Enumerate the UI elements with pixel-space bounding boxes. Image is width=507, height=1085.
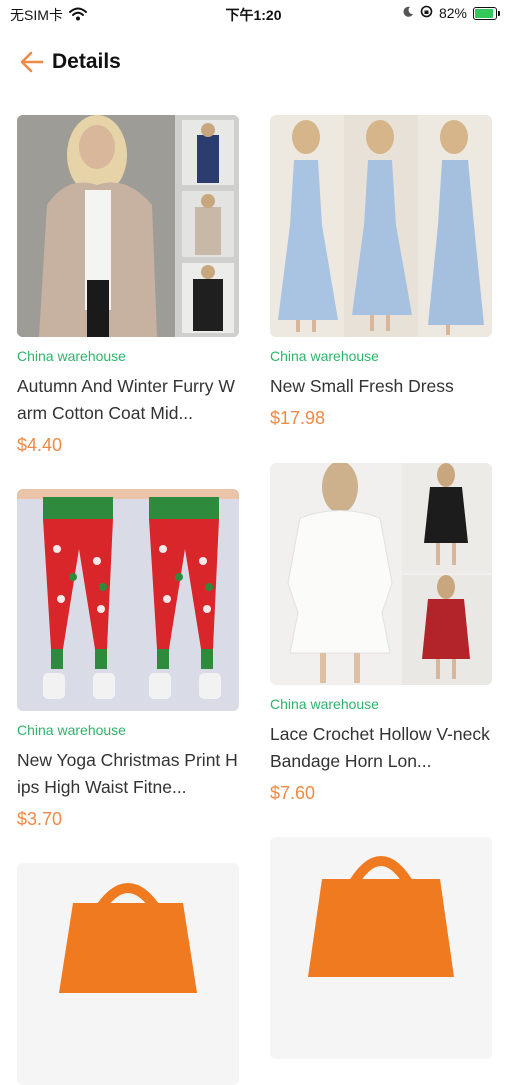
product-title: New Yoga Christmas Print Hips High Waist… xyxy=(17,750,238,797)
product-title: New Small Fresh Dress xyxy=(270,376,454,396)
shopping-bag-placeholder xyxy=(17,863,239,1085)
product-card[interactable] xyxy=(270,837,492,1059)
product-card[interactable]: China warehouse Autumn And Winter Furry … xyxy=(17,115,239,456)
furry-coat-photo xyxy=(17,115,239,337)
warehouse-label: China warehouse xyxy=(17,722,126,738)
product-grid: China warehouse Autumn And Winter Furry … xyxy=(0,0,507,1085)
product-card[interactable] xyxy=(17,863,239,1085)
product-card[interactable]: China warehouse New Small Fresh Dress $1… xyxy=(270,115,492,429)
product-price: $17.98 xyxy=(270,408,326,428)
product-title: Lace Crochet Hollow V-neck Bandage Horn … xyxy=(270,724,490,771)
warehouse-label: China warehouse xyxy=(17,348,126,364)
product-price: $7.60 xyxy=(270,783,316,803)
product-price: $4.40 xyxy=(17,435,63,455)
product-card[interactable]: China warehouse New Yoga Christmas Print… xyxy=(17,489,239,830)
product-price: $3.70 xyxy=(17,809,63,829)
blue-dress-photo xyxy=(270,115,492,337)
warehouse-label: China warehouse xyxy=(270,696,379,712)
shopping-bag-placeholder xyxy=(270,837,492,1059)
lace-dress-photo xyxy=(270,463,492,685)
product-card[interactable]: China warehouse Lace Crochet Hollow V-ne… xyxy=(270,463,492,804)
product-title: Autumn And Winter Furry Warm Cotton Coat… xyxy=(17,376,235,423)
warehouse-label: China warehouse xyxy=(270,348,379,364)
christmas-leggings-photo xyxy=(17,489,239,711)
